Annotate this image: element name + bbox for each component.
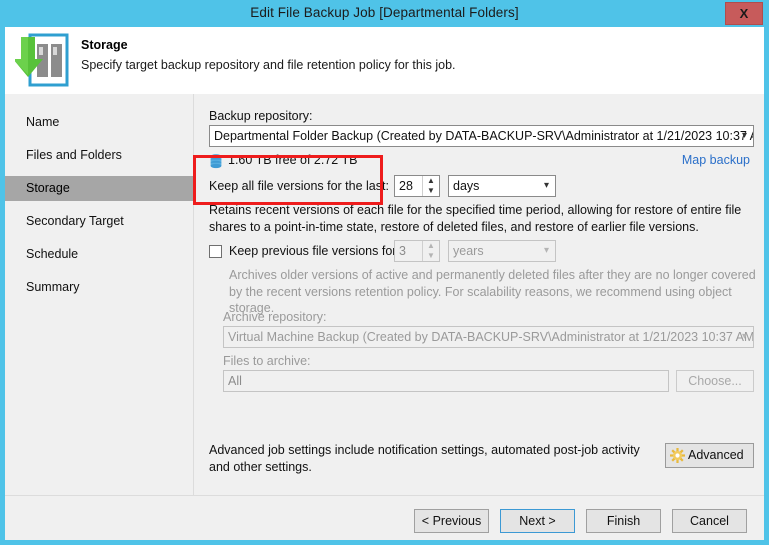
sidebar-item-name[interactable]: Name xyxy=(5,110,193,135)
backup-repository-label: Backup repository: xyxy=(209,109,313,123)
dialog-body: Name Files and Folders Storage Secondary… xyxy=(5,94,764,540)
choose-button: Choose... xyxy=(676,370,754,392)
advanced-button[interactable]: Advanced xyxy=(665,443,754,468)
keep-all-versions-unit-select[interactable]: days ▾ xyxy=(448,175,556,197)
advanced-settings-description: Advanced job settings include notificati… xyxy=(209,443,640,474)
stepper-down-icon[interactable]: ▼ xyxy=(423,186,439,196)
keep-all-versions-value: 28 xyxy=(399,179,413,193)
disk-stack-icon xyxy=(210,154,222,170)
sidebar-item-secondary-target[interactable]: Secondary Target xyxy=(5,209,193,234)
title-bar: Edit File Backup Job [Departmental Folde… xyxy=(0,0,769,27)
keep-previous-versions-checkbox[interactable] xyxy=(209,245,222,258)
stepper-up-icon: ▲ xyxy=(427,241,435,250)
sidebar-item-schedule[interactable]: Schedule xyxy=(5,242,193,267)
stepper-up-icon[interactable]: ▲ xyxy=(423,176,439,186)
advanced-button-label: Advanced xyxy=(688,448,744,462)
files-to-archive-label: Files to archive: xyxy=(223,354,311,368)
keep-previous-versions-unit-select: years ▾ xyxy=(448,240,556,262)
gear-icon xyxy=(670,448,685,463)
sidebar-item-summary[interactable]: Summary xyxy=(5,275,193,300)
chevron-down-icon: ▾ xyxy=(543,180,549,191)
previous-button[interactable]: < Previous xyxy=(414,509,489,533)
dialog-footer: < Previous Next > Finish Cancel xyxy=(5,496,764,540)
sidebar-item-storage[interactable]: Storage xyxy=(5,176,193,201)
dialog-header: Storage Specify target backup repository… xyxy=(5,27,764,94)
map-backup-link[interactable]: Map backup xyxy=(682,153,750,167)
storage-download-icon xyxy=(13,31,70,89)
free-space-text: 1.60 TB free of 2.72 TB xyxy=(228,153,358,167)
page-subtitle: Specify target backup repository and fil… xyxy=(81,58,456,72)
chevron-down-icon: ▾ xyxy=(741,130,747,141)
files-to-archive-input: All xyxy=(223,370,669,392)
next-button[interactable]: Next > xyxy=(500,509,575,533)
backup-repository-select[interactable]: Departmental Folder Backup (Created by D… xyxy=(209,125,754,147)
sidebar-item-files-and-folders[interactable]: Files and Folders xyxy=(5,143,193,168)
stepper-buttons[interactable]: ▲ ▼ xyxy=(422,176,439,196)
chevron-down-icon: ▾ xyxy=(543,245,549,256)
dialog-window: Edit File Backup Job [Departmental Folde… xyxy=(0,0,769,545)
wizard-sidebar: Name Files and Folders Storage Secondary… xyxy=(5,94,194,495)
keep-all-versions-label: Keep all file versions for the last: xyxy=(209,179,389,193)
storage-settings-panel: Backup repository: Departmental Folder B… xyxy=(195,94,764,495)
page-title: Storage xyxy=(81,38,128,52)
retention-description: Retains recent versions of each file for… xyxy=(209,203,742,234)
cancel-button[interactable]: Cancel xyxy=(672,509,747,533)
keep-previous-versions-unit: years xyxy=(453,244,484,258)
keep-previous-versions-label: Keep previous file versions for: xyxy=(229,244,400,258)
finish-button[interactable]: Finish xyxy=(586,509,661,533)
chevron-down-icon: ▾ xyxy=(741,331,747,342)
stepper-down-icon: ▼ xyxy=(427,251,435,260)
keep-all-versions-stepper[interactable]: 28 ▲ ▼ xyxy=(394,175,440,197)
archive-repository-select: Virtual Machine Backup (Created by DATA-… xyxy=(223,326,754,348)
backup-repository-value: Departmental Folder Backup (Created by D… xyxy=(214,129,754,143)
window-title: Edit File Backup Job [Departmental Folde… xyxy=(250,5,519,20)
close-button[interactable]: X xyxy=(725,2,763,25)
keep-previous-versions-value: 3 xyxy=(399,244,406,258)
keep-previous-versions-stepper: 3 ▲ ▼ xyxy=(394,240,440,262)
archive-repository-label: Archive repository: xyxy=(223,310,327,324)
keep-all-versions-unit: days xyxy=(453,179,480,193)
stepper-buttons: ▲ ▼ xyxy=(422,241,439,261)
archive-repository-value: Virtual Machine Backup (Created by DATA-… xyxy=(228,330,754,344)
